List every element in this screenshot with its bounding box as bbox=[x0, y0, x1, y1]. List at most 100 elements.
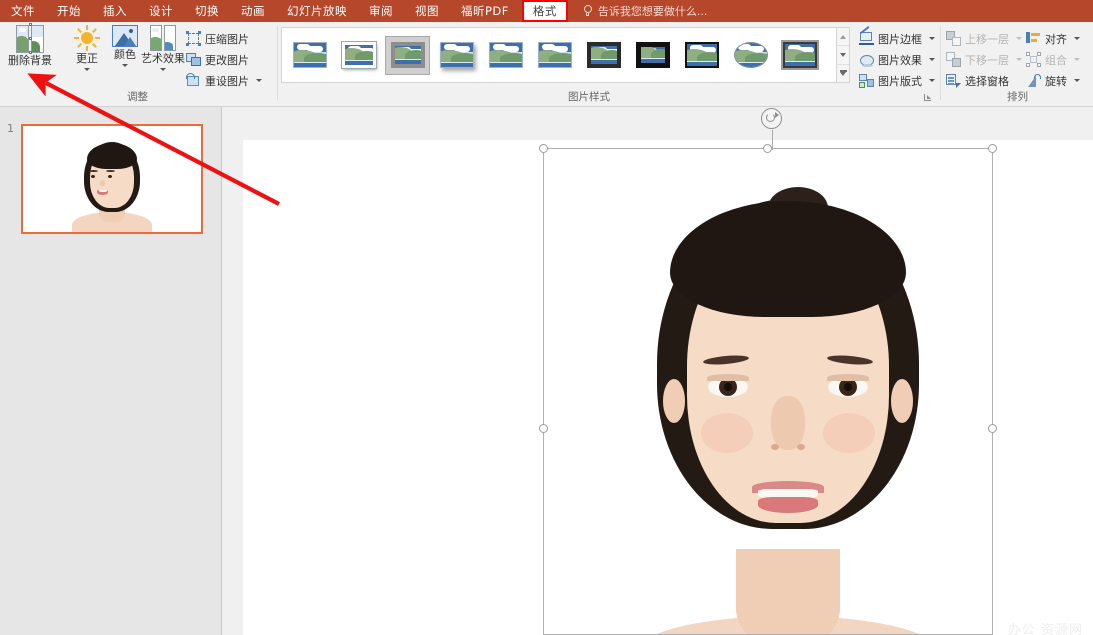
slide-editing-area: 办公 资源网 bbox=[223, 107, 1093, 635]
tab-review[interactable]: 审阅 bbox=[358, 0, 404, 22]
tab-transitions[interactable]: 切换 bbox=[184, 0, 230, 22]
portrait-eyelid-left bbox=[707, 374, 749, 381]
gallery-scroll-down-button[interactable] bbox=[837, 46, 849, 64]
artistic-effects-icon bbox=[150, 25, 176, 51]
ribbon: 删除背景 更正 bbox=[0, 22, 1093, 107]
tell-me-box[interactable]: 告诉我您想要做什么... bbox=[570, 0, 708, 22]
tab-insert[interactable]: 插入 bbox=[92, 0, 138, 22]
send-backward-button[interactable]: 下移一层 bbox=[946, 50, 1022, 69]
change-picture-label: 更改图片 bbox=[205, 52, 249, 68]
change-picture-button[interactable]: 更改图片 bbox=[186, 50, 249, 69]
chevron-down-icon[interactable] bbox=[122, 64, 128, 67]
handle-top-right[interactable] bbox=[988, 144, 997, 153]
picture-layout-label: 图片版式 bbox=[878, 73, 922, 89]
chevron-down-icon[interactable] bbox=[929, 58, 935, 61]
ribbon-group-picture-styles: 图片边框 图片效果 图片版式 图片样式 bbox=[279, 22, 939, 107]
slide-thumbnail-1[interactable] bbox=[21, 124, 203, 234]
gallery-more-button[interactable] bbox=[837, 65, 849, 82]
selection-pane-button[interactable]: 选择窗格 bbox=[946, 71, 1009, 90]
picture-style-thumb[interactable] bbox=[777, 36, 822, 75]
tab-design[interactable]: 设计 bbox=[138, 0, 184, 22]
gallery-scroll-up-button[interactable] bbox=[837, 28, 849, 46]
portrait-cheek-left bbox=[701, 413, 753, 453]
artistic-effects-label: 艺术效果 bbox=[141, 53, 185, 65]
picture-style-thumb[interactable] bbox=[336, 36, 381, 75]
picture-style-thumb[interactable] bbox=[630, 36, 675, 75]
ribbon-tabbar: 文件 开始 插入 设计 切换 动画 幻灯片放映 审阅 视图 福昕PDF 格式 告… bbox=[0, 0, 1093, 22]
corrections-sun-icon bbox=[74, 25, 100, 51]
picture-style-thumb[interactable] bbox=[434, 36, 479, 75]
chevron-down-icon[interactable] bbox=[1016, 58, 1022, 61]
compress-picture-button[interactable]: 压缩图片 bbox=[186, 29, 249, 48]
picture-style-thumb[interactable] bbox=[581, 36, 626, 75]
remove-background-icon bbox=[16, 25, 44, 53]
reset-picture-button[interactable]: 重设图片 bbox=[186, 71, 262, 90]
chevron-down-icon[interactable] bbox=[1074, 79, 1080, 82]
handle-middle-left[interactable] bbox=[539, 424, 548, 433]
bring-forward-button[interactable]: 上移一层 bbox=[946, 29, 1022, 48]
picture-style-thumb[interactable] bbox=[287, 36, 332, 75]
picture-style-thumb[interactable] bbox=[483, 36, 528, 75]
canvas-watermark: 办公 资源网 bbox=[1008, 619, 1083, 635]
chevron-down-icon[interactable] bbox=[929, 79, 935, 82]
chevron-down-icon[interactable] bbox=[929, 37, 935, 40]
change-picture-icon bbox=[186, 52, 201, 67]
group-label-picture-styles: 图片样式 bbox=[279, 89, 899, 104]
tab-file[interactable]: 文件 bbox=[0, 0, 46, 22]
remove-background-button[interactable]: 删除背景 bbox=[3, 25, 57, 67]
reset-picture-label: 重设图片 bbox=[205, 73, 249, 89]
tab-animations[interactable]: 动画 bbox=[230, 0, 276, 22]
artistic-effects-button[interactable]: 艺术效果 bbox=[136, 25, 190, 71]
chevron-down-icon[interactable] bbox=[84, 68, 90, 71]
chevron-down-icon[interactable] bbox=[160, 68, 166, 71]
compress-picture-icon bbox=[186, 31, 201, 46]
picture-border-button[interactable]: 图片边框 bbox=[859, 29, 935, 48]
color-picture-icon bbox=[112, 25, 138, 47]
group-label-adjust: 调整 bbox=[0, 89, 275, 104]
portrait-lower-lip bbox=[758, 497, 818, 513]
tab-home[interactable]: 开始 bbox=[46, 0, 92, 22]
picture-layout-icon bbox=[859, 73, 874, 88]
slide-canvas[interactable]: 办公 资源网 bbox=[243, 140, 1093, 635]
tab-foxit-pdf[interactable]: 福昕PDF bbox=[450, 0, 520, 22]
tab-slideshow[interactable]: 幻灯片放映 bbox=[276, 0, 358, 22]
more-styles-icon bbox=[840, 70, 847, 76]
chevron-down-icon[interactable] bbox=[1016, 37, 1022, 40]
chevron-down-icon[interactable] bbox=[1074, 37, 1080, 40]
group-label: 组合 bbox=[1045, 52, 1067, 68]
group-button[interactable]: 组合 bbox=[1026, 50, 1080, 69]
picture-style-thumb[interactable] bbox=[679, 36, 724, 75]
portrait-pupil-right bbox=[844, 383, 852, 391]
align-icon bbox=[1026, 31, 1041, 46]
portrait-picture[interactable] bbox=[563, 181, 1013, 635]
picture-layout-button[interactable]: 图片版式 bbox=[859, 71, 935, 90]
picture-styles-dialog-launcher[interactable] bbox=[924, 94, 933, 103]
tab-format[interactable]: 格式 bbox=[522, 0, 568, 22]
portrait-nose bbox=[771, 396, 805, 450]
bring-forward-label: 上移一层 bbox=[965, 31, 1009, 47]
align-button[interactable]: 对齐 bbox=[1026, 29, 1080, 48]
rotate-handle-icon[interactable] bbox=[761, 108, 782, 129]
picture-effects-button[interactable]: 图片效果 bbox=[859, 50, 935, 69]
rotate-handle[interactable] bbox=[761, 108, 783, 150]
tab-view[interactable]: 视图 bbox=[404, 0, 450, 22]
selection-pane-label: 选择窗格 bbox=[965, 73, 1009, 89]
chevron-down-icon[interactable] bbox=[256, 79, 262, 82]
ribbon-group-adjust: 删除背景 更正 bbox=[0, 22, 275, 107]
group-divider bbox=[277, 26, 278, 100]
handle-middle-right[interactable] bbox=[988, 424, 997, 433]
corrections-label: 更正 bbox=[76, 53, 98, 65]
picture-border-icon bbox=[859, 31, 874, 46]
gallery-scroll-buttons[interactable] bbox=[837, 27, 850, 83]
chevron-down-icon[interactable] bbox=[1074, 58, 1080, 61]
picture-style-thumb[interactable] bbox=[532, 36, 577, 75]
picture-style-thumb[interactable] bbox=[728, 36, 773, 75]
tell-me-placeholder: 告诉我您想要做什么... bbox=[598, 3, 708, 19]
portrait-pupil-left bbox=[724, 383, 732, 391]
portrait-eyelid-right bbox=[827, 374, 869, 381]
rotate-button[interactable]: 旋转 bbox=[1026, 71, 1080, 90]
picture-styles-gallery[interactable] bbox=[281, 27, 837, 83]
handle-top-left[interactable] bbox=[539, 144, 548, 153]
send-backward-label: 下移一层 bbox=[965, 52, 1009, 68]
picture-style-thumb-selected[interactable] bbox=[385, 36, 430, 75]
